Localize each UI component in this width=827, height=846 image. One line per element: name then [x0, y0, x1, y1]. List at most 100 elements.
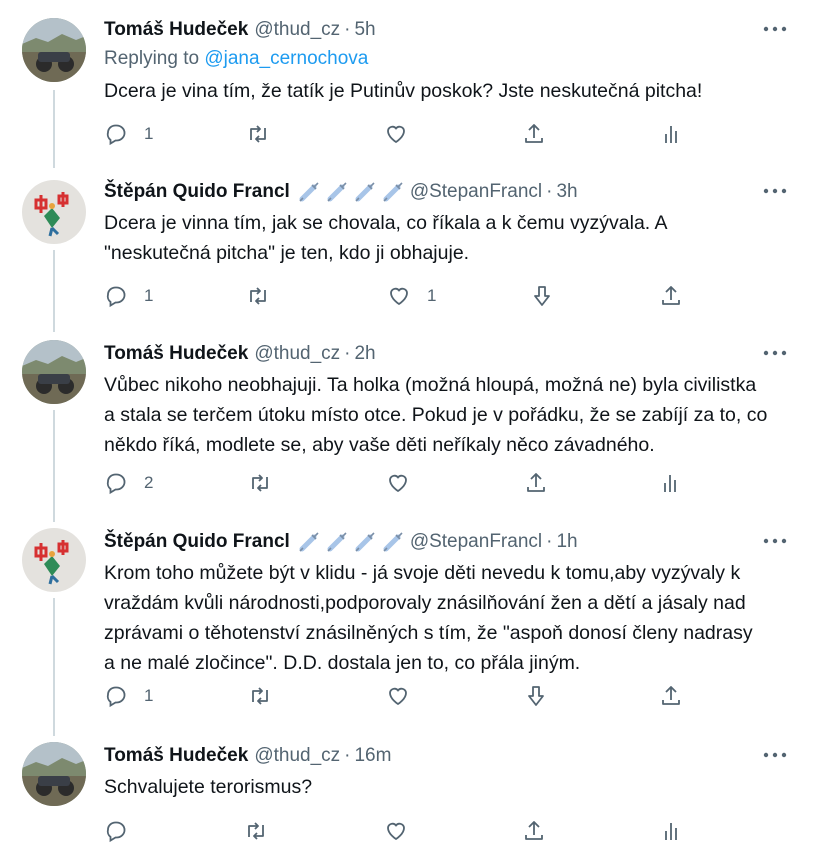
share-button[interactable]: [659, 281, 683, 311]
reply-button[interactable]: [104, 816, 128, 846]
retweet-icon: [252, 474, 268, 492]
conversation-thread: Tomáš Hudeček @thud_cz · 5h Replying to …: [0, 0, 827, 843]
timestamp[interactable]: 16m: [354, 744, 391, 768]
reply-button[interactable]: 1: [104, 281, 153, 311]
author-name[interactable]: Štěpán Quido Francl: [104, 180, 290, 204]
reply-button[interactable]: 1: [104, 681, 153, 711]
reply-count: 1: [144, 124, 154, 143]
reply-button[interactable]: 2: [104, 468, 153, 498]
separator-dot: ·: [546, 531, 553, 552]
author-name[interactable]: Tomáš Hudeček: [104, 18, 248, 42]
share-icon: [527, 473, 545, 492]
separator-dot: ·: [344, 343, 351, 364]
avatar[interactable]: [22, 18, 86, 82]
like-button[interactable]: [384, 816, 408, 846]
tweet-actions: 2: [104, 468, 684, 498]
share-icon: [662, 286, 680, 305]
replying-label: Replying to: [104, 48, 205, 69]
like-button[interactable]: 1: [387, 281, 436, 311]
author-handle[interactable]: @StepanFrancl: [410, 530, 542, 554]
more-options-icon[interactable]: [763, 750, 787, 760]
share-icon: [662, 686, 680, 705]
analytics-icon: [664, 475, 676, 492]
replying-to-link[interactable]: @jana_cernochova: [204, 48, 368, 69]
analytics-icon: [665, 823, 677, 840]
avatar[interactable]: [22, 340, 86, 404]
share-icon: [525, 821, 543, 840]
reply-icon: [106, 124, 126, 146]
like-icon: [389, 474, 407, 493]
analytics-button[interactable]: [660, 816, 684, 846]
share-button[interactable]: [659, 681, 683, 711]
reply-icon: [106, 286, 126, 308]
timestamp[interactable]: 1h: [556, 530, 577, 554]
reply-count: 1: [144, 686, 154, 705]
more-options-icon[interactable]: [763, 348, 787, 358]
tweet-text: Dcera je vinna tím, jak se chovala, co ř…: [104, 212, 668, 264]
like-button[interactable]: [386, 468, 410, 498]
tweet-text: Vůbec nikoho neobhajuji. Ta holka (možná…: [104, 374, 768, 456]
share-button[interactable]: [522, 816, 546, 846]
tweet-text: Dcera je vina tím, že tatík je Putinův p…: [104, 80, 703, 102]
downvote-button[interactable]: [530, 281, 554, 311]
reply-icon: [106, 821, 126, 843]
downvote-icon: [534, 286, 550, 306]
author-name[interactable]: Tomáš Hudeček: [104, 342, 248, 366]
tweet[interactable]: Tomáš Hudeček @thud_cz · 5h Replying to …: [0, 0, 827, 170]
reply-button[interactable]: 1: [104, 119, 153, 149]
like-button[interactable]: [386, 681, 410, 711]
avatar[interactable]: [22, 180, 86, 244]
tweet-actions: 1: [104, 681, 684, 711]
avatar[interactable]: [22, 742, 86, 806]
like-icon: [389, 687, 407, 706]
analytics-button[interactable]: [660, 119, 684, 149]
author-name[interactable]: Štěpán Quido Francl: [104, 530, 290, 554]
more-options-icon[interactable]: [763, 186, 787, 196]
retweet-icon: [252, 687, 268, 705]
tweet[interactable]: Tomáš Hudeček @thud_cz · 16m Schvalujete…: [0, 732, 827, 843]
share-icon: [525, 124, 543, 143]
retweet-button[interactable]: [246, 281, 270, 311]
syringe-icon: [355, 532, 375, 552]
timestamp[interactable]: 2h: [354, 342, 375, 366]
author-name[interactable]: Tomáš Hudeček: [104, 744, 248, 768]
author-handle[interactable]: @thud_cz: [254, 342, 340, 366]
downvote-button[interactable]: [524, 681, 548, 711]
replying-to-line: Replying to @jana_cernochova: [104, 46, 368, 72]
analytics-icon: [665, 126, 677, 143]
author-handle[interactable]: @thud_cz: [254, 744, 340, 768]
syringe-emojis: [298, 181, 404, 203]
tweet[interactable]: Štěpán Quido Francl @StepanFrancl · 1h K…: [0, 520, 827, 732]
timestamp[interactable]: 3h: [556, 180, 577, 204]
reply-count: 1: [144, 286, 154, 305]
avatar[interactable]: [22, 528, 86, 592]
separator-dot: ·: [344, 19, 351, 40]
analytics-button[interactable]: [659, 468, 683, 498]
retweet-button[interactable]: [246, 119, 270, 149]
more-options-icon[interactable]: [763, 536, 787, 546]
author-handle[interactable]: @thud_cz: [254, 18, 340, 42]
reply-icon: [106, 686, 126, 708]
timestamp[interactable]: 5h: [354, 18, 375, 42]
syringe-icon: [327, 182, 347, 202]
share-button[interactable]: [522, 119, 546, 149]
tweet[interactable]: Tomáš Hudeček @thud_cz · 2h Vůbec nikoho…: [0, 330, 827, 520]
like-icon: [390, 287, 408, 306]
syringe-emojis: [298, 531, 404, 553]
more-options-icon[interactable]: [763, 24, 787, 34]
tweet-actions: 1 1: [104, 281, 684, 311]
retweet-icon: [250, 125, 266, 143]
retweet-button[interactable]: [248, 681, 272, 711]
like-icon: [387, 822, 405, 841]
retweet-button[interactable]: [248, 468, 272, 498]
retweet-button[interactable]: [244, 816, 268, 846]
syringe-icon: [299, 182, 319, 202]
like-button[interactable]: [384, 119, 408, 149]
reply-count: 2: [144, 473, 154, 492]
tweet-text: Schvalujete terorismus?: [104, 776, 313, 798]
tweet[interactable]: Štěpán Quido Francl @StepanFrancl · 3h D…: [0, 170, 827, 330]
author-handle[interactable]: @StepanFrancl: [410, 180, 542, 204]
share-button[interactable]: [524, 468, 548, 498]
separator-dot: ·: [344, 745, 351, 766]
retweet-icon: [248, 822, 264, 840]
